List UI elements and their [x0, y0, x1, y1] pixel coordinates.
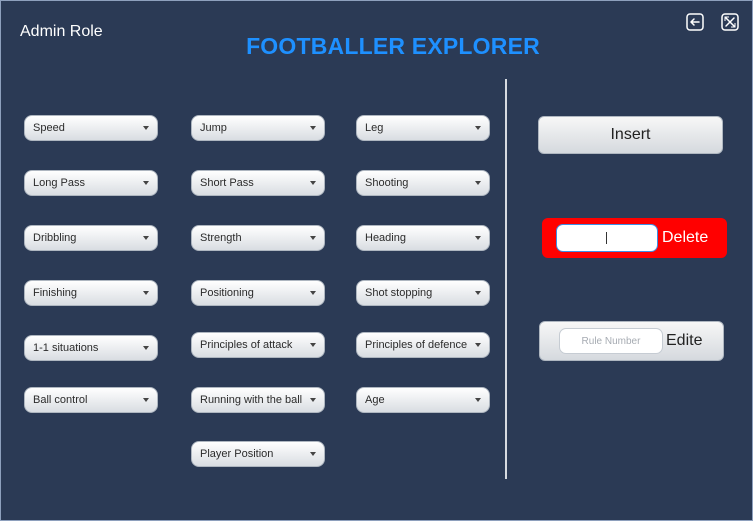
ball-control-dropdown-label: Ball control: [33, 394, 88, 406]
edit-button[interactable]: Edite: [539, 321, 724, 361]
chevron-down-icon: [475, 398, 481, 402]
principles-attack-dropdown-label: Principles of attack: [200, 339, 293, 351]
one-v-one-dropdown[interactable]: 1-1 situations: [24, 335, 158, 361]
chevron-down-icon: [143, 291, 149, 295]
player-position-dropdown[interactable]: Player Position: [191, 441, 325, 467]
principles-defence-dropdown[interactable]: Principles of defence: [356, 332, 490, 358]
strength-dropdown[interactable]: Strength: [191, 225, 325, 251]
rule-number-input[interactable]: [559, 328, 663, 354]
close-x-icon-glyph: [721, 13, 739, 31]
jump-dropdown[interactable]: Jump: [191, 115, 325, 141]
positioning-dropdown[interactable]: Positioning: [191, 280, 325, 306]
heading-dropdown[interactable]: Heading: [356, 225, 490, 251]
shooting-dropdown-label: Shooting: [365, 177, 409, 189]
insert-button[interactable]: Insert: [538, 116, 723, 154]
chevron-down-icon: [310, 126, 316, 130]
leg-dropdown-label: Leg: [365, 122, 384, 134]
vertical-divider: [505, 79, 507, 479]
chevron-down-icon: [475, 291, 481, 295]
chevron-down-icon: [143, 236, 149, 240]
leg-dropdown[interactable]: Leg: [356, 115, 490, 141]
positioning-dropdown-label: Positioning: [200, 287, 254, 299]
app-title: FOOTBALLER EXPLORER: [246, 33, 540, 59]
one-v-one-dropdown-label: 1-1 situations: [33, 342, 99, 354]
strength-dropdown-label: Strength: [200, 232, 242, 244]
chevron-down-icon: [310, 291, 316, 295]
delete-panel: Delete: [542, 218, 727, 258]
jump-dropdown-label: Jump: [200, 122, 227, 134]
insert-button-label: Insert: [610, 126, 651, 143]
chevron-down-icon: [475, 343, 481, 347]
delete-rule-input[interactable]: [556, 224, 658, 252]
edit-button-label[interactable]: Edite: [666, 322, 702, 360]
heading-dropdown-label: Heading: [365, 232, 406, 244]
ball-control-dropdown[interactable]: Ball control: [24, 387, 158, 413]
age-dropdown[interactable]: Age: [356, 387, 490, 413]
text-cursor: [606, 232, 607, 244]
player-position-dropdown-label: Player Position: [200, 448, 274, 460]
age-dropdown-label: Age: [365, 394, 385, 406]
principles-attack-dropdown[interactable]: Principles of attack: [191, 332, 325, 358]
close-x-icon[interactable]: [720, 12, 740, 32]
long-pass-dropdown-label: Long Pass: [33, 177, 85, 189]
logout-icon[interactable]: [685, 12, 705, 32]
shot-stopping-dropdown[interactable]: Shot stopping: [356, 280, 490, 306]
delete-button[interactable]: Delete: [662, 218, 708, 258]
running-with-ball-dropdown[interactable]: Running with the ball: [191, 387, 325, 413]
chevron-down-icon: [310, 236, 316, 240]
speed-dropdown-label: Speed: [33, 122, 65, 134]
shot-stopping-dropdown-label: Shot stopping: [365, 287, 433, 299]
chevron-down-icon: [310, 452, 316, 456]
chevron-down-icon: [310, 343, 316, 347]
chevron-down-icon: [310, 398, 316, 402]
running-with-ball-dropdown-label: Running with the ball: [200, 394, 303, 406]
app-window: Admin Role FOOTBALLER EXPLORER Speed Lon…: [0, 0, 753, 521]
long-pass-dropdown[interactable]: Long Pass: [24, 170, 158, 196]
short-pass-dropdown-label: Short Pass: [200, 177, 254, 189]
chevron-down-icon: [143, 126, 149, 130]
logout-icon-glyph: [686, 13, 704, 31]
chevron-down-icon: [143, 181, 149, 185]
chevron-down-icon: [475, 181, 481, 185]
principles-defence-dropdown-label: Principles of defence: [365, 339, 468, 351]
speed-dropdown[interactable]: Speed: [24, 115, 158, 141]
finishing-dropdown-label: Finishing: [33, 287, 78, 299]
shooting-dropdown[interactable]: Shooting: [356, 170, 490, 196]
dribbling-dropdown-label: Dribbling: [33, 232, 77, 244]
finishing-dropdown[interactable]: Finishing: [24, 280, 158, 306]
dribbling-dropdown[interactable]: Dribbling: [24, 225, 158, 251]
chevron-down-icon: [310, 181, 316, 185]
chevron-down-icon: [143, 346, 149, 350]
chevron-down-icon: [475, 236, 481, 240]
chevron-down-icon: [475, 126, 481, 130]
chevron-down-icon: [143, 398, 149, 402]
short-pass-dropdown[interactable]: Short Pass: [191, 170, 325, 196]
